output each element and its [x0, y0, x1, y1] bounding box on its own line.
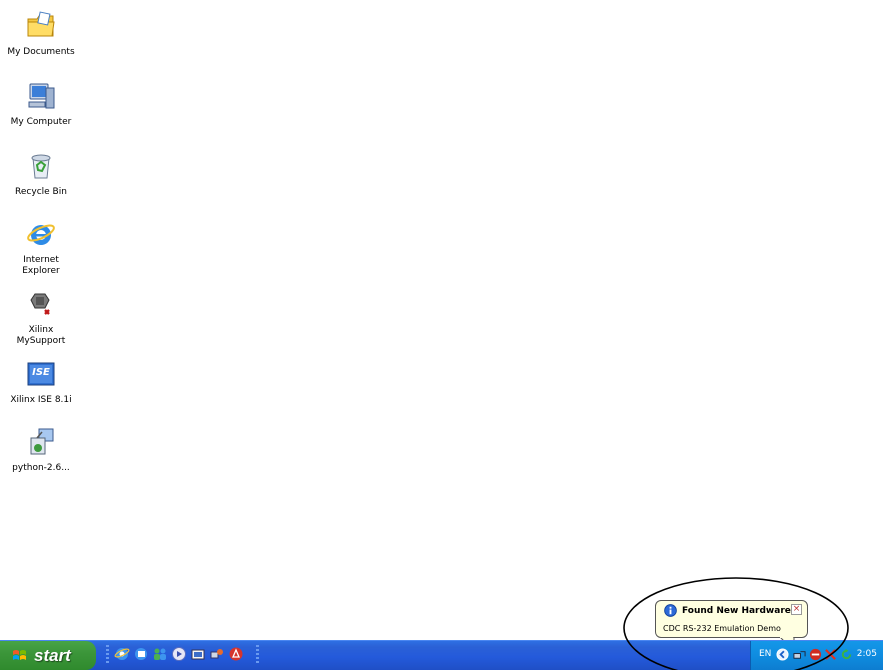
- desktop-icon-xilinx-mysupport[interactable]: Xilinx MySupport: [1, 288, 81, 347]
- my-computer-icon: [28, 83, 55, 109]
- xilinx-mysupport-icon: [30, 293, 50, 315]
- desktop-icon-label: My Documents: [7, 47, 75, 57]
- info-icon: [664, 604, 677, 617]
- media-icon[interactable]: [171, 646, 187, 662]
- usb-icon[interactable]: [824, 648, 837, 661]
- taskbar-grip[interactable]: [256, 645, 259, 665]
- my-documents-icon: [27, 11, 55, 37]
- messenger-icon[interactable]: [152, 646, 168, 662]
- back-arrow-icon[interactable]: [776, 648, 789, 661]
- windows-logo-icon: [13, 649, 26, 660]
- python-installer-icon: [30, 428, 54, 455]
- found-new-hardware-balloon[interactable]: Found New Hardware × CDC RS-232 Emulatio…: [655, 600, 808, 638]
- email-icon[interactable]: [133, 646, 149, 662]
- folder-icon[interactable]: [190, 646, 206, 662]
- desktop-icon-label: Xilinx ISE 8.1i: [10, 395, 72, 405]
- desktop-icon-my-documents[interactable]: My Documents: [1, 10, 81, 58]
- quick-launch-grip[interactable]: [106, 645, 109, 665]
- ise-badge: ISE: [32, 367, 50, 378]
- desktop-icon-internet-explorer[interactable]: Internet Explorer: [1, 218, 81, 277]
- desktop-icon-label: Recycle Bin: [15, 187, 67, 197]
- system-tray: EN 2:05: [750, 641, 883, 670]
- desktop-icon-label: Internet Explorer: [22, 255, 60, 276]
- desktop-icon-xilinx-ise[interactable]: ISE Xilinx ISE 8.1i: [1, 358, 81, 406]
- recycle-bin-icon: [31, 154, 51, 179]
- taskbar: start EN 2:05: [0, 640, 883, 670]
- desktop: My Documents My Computer Recycle Bin Int…: [0, 0, 883, 640]
- quick-launch-toolbar: [114, 646, 244, 662]
- start-label: start: [34, 645, 71, 665]
- desktop-icon-label: python-2.6...: [12, 463, 70, 473]
- start-button[interactable]: start: [0, 641, 96, 670]
- desktop-icon-label: My Computer: [10, 117, 72, 127]
- language-indicator[interactable]: EN: [759, 649, 771, 659]
- clock[interactable]: 2:05: [857, 649, 877, 659]
- desktop-icon-label: Xilinx MySupport: [16, 325, 66, 346]
- acrobat-icon[interactable]: [228, 646, 244, 662]
- balloon-close-button[interactable]: ×: [791, 604, 802, 615]
- desktop-icon-my-computer[interactable]: My Computer: [1, 80, 81, 128]
- refresh-icon[interactable]: [840, 648, 853, 661]
- desktop-icon-recycle-bin[interactable]: Recycle Bin: [1, 150, 81, 198]
- network-icon[interactable]: [209, 646, 225, 662]
- balloon-message: CDC RS-232 Emulation Demo: [663, 624, 781, 633]
- balloon-title: Found New Hardware: [682, 606, 791, 616]
- network-icon[interactable]: [793, 648, 806, 661]
- security-icon[interactable]: [809, 648, 822, 661]
- desktop-icon-python-installer[interactable]: python-2.6...: [1, 426, 81, 474]
- internet-explorer-icon: [27, 224, 55, 245]
- ie-icon[interactable]: [114, 646, 130, 662]
